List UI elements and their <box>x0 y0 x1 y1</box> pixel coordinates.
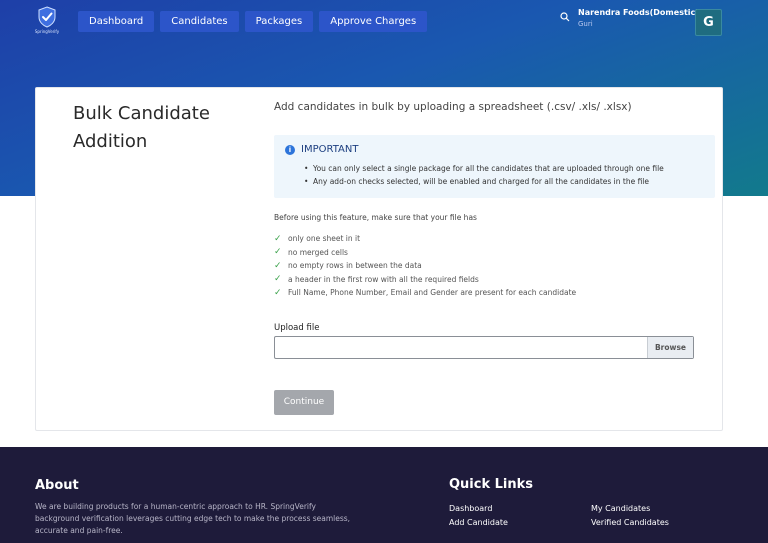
shield-check-icon <box>38 6 56 28</box>
check-icon: ✓ <box>274 233 282 244</box>
important-notice: i IMPORTANT You can only select a single… <box>274 135 715 198</box>
search-icon[interactable] <box>560 12 570 22</box>
important-list: You can only select a single package for… <box>304 162 664 188</box>
page-subtitle: Add candidates in bulk by uploading a sp… <box>274 101 632 113</box>
browse-button[interactable]: Browse <box>647 337 693 358</box>
bulk-upload-card: Bulk Candidate Addition Add candidates i… <box>35 87 723 431</box>
requirement-item: ✓ only one sheet in it <box>274 232 576 246</box>
continue-button[interactable]: Continue <box>274 390 334 415</box>
nav-approve-charges[interactable]: Approve Charges <box>319 11 428 32</box>
requirement-item: ✓ no empty rows in between the data <box>274 259 576 273</box>
check-icon: ✓ <box>274 260 282 271</box>
requirement-text: no merged cells <box>288 247 348 257</box>
logo-text: SpringVerify <box>34 29 60 34</box>
user-avatar[interactable]: G <box>695 9 722 36</box>
important-item: Any add-on checks selected, will be enab… <box>304 175 664 188</box>
important-item: You can only select a single package for… <box>304 162 664 175</box>
footer-link-dashboard[interactable]: Dashboard <box>449 504 492 513</box>
footer: About We are building products for a hum… <box>0 447 768 543</box>
requirement-text: no empty rows in between the data <box>288 261 422 271</box>
footer-link-add-candidate[interactable]: Add Candidate <box>449 518 508 527</box>
requirements-list: ✓ only one sheet in it ✓ no merged cells… <box>274 232 576 300</box>
company-name[interactable]: Narendra Foods(Domestic) <box>578 8 699 17</box>
quick-links-title: Quick Links <box>449 477 534 492</box>
important-title: IMPORTANT <box>301 144 359 155</box>
nav-candidates[interactable]: Candidates <box>160 11 239 32</box>
user-name: Guri <box>578 20 593 28</box>
upload-file-label: Upload file <box>274 323 320 333</box>
check-icon: ✓ <box>274 247 282 258</box>
about-text: We are building products for a human-cen… <box>35 502 351 535</box>
requirement-item: ✓ Full Name, Phone Number, Email and Gen… <box>274 286 576 300</box>
top-navigation: SpringVerify Dashboard Candidates Packag… <box>0 0 768 44</box>
upload-file-input[interactable]: Browse <box>274 336 694 359</box>
nav-dashboard[interactable]: Dashboard <box>78 11 155 32</box>
requirement-text: Full Name, Phone Number, Email and Gende… <box>288 288 577 298</box>
check-icon: ✓ <box>274 274 282 285</box>
requirement-item: ✓ no merged cells <box>274 246 576 260</box>
requirement-text: a header in the first row with all the r… <box>288 274 479 284</box>
about-title: About <box>35 478 79 493</box>
main-nav: Dashboard Candidates Packages Approve Ch… <box>78 11 428 32</box>
footer-link-my-candidates[interactable]: My Candidates <box>591 504 650 513</box>
page-title: Bulk Candidate Addition <box>73 103 210 152</box>
check-icon: ✓ <box>274 287 282 298</box>
nav-packages[interactable]: Packages <box>244 11 314 32</box>
requirements-intro: Before using this feature, make sure tha… <box>274 213 477 222</box>
requirement-item: ✓ a header in the first row with all the… <box>274 273 576 287</box>
footer-link-verified-candidates[interactable]: Verified Candidates <box>591 518 669 527</box>
springverify-logo[interactable]: SpringVerify <box>34 6 60 36</box>
requirement-text: only one sheet in it <box>288 234 361 244</box>
info-icon: i <box>285 145 295 155</box>
